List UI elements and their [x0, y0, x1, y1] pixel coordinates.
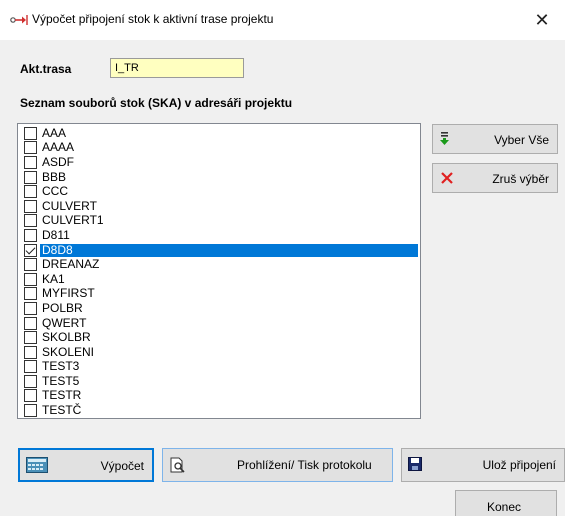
list-item[interactable]: TESTČ — [18, 403, 420, 418]
close-button[interactable]: Konec — [455, 490, 557, 516]
preview-print-button[interactable]: Prohlížení/ Tisk protokolu — [162, 448, 393, 482]
file-checkbox[interactable] — [24, 301, 37, 315]
list-item[interactable]: BBB — [18, 170, 420, 185]
list-item[interactable]: TESTR — [18, 389, 420, 404]
deselect-label: Zruš výběr — [492, 172, 549, 186]
save-connection-label: Ulož připojení — [482, 458, 556, 472]
list-item[interactable]: TEST5 — [18, 374, 420, 389]
file-checkbox[interactable] — [24, 360, 37, 374]
list-heading: Seznam souborů stok (SKA) v adresáři pro… — [20, 96, 293, 110]
close-icon[interactable]: ✕ — [519, 0, 565, 40]
title-bar: Výpočet připojení stok k aktivní trase p… — [0, 0, 565, 40]
list-item[interactable]: ASDF — [18, 155, 420, 170]
close-label: Konec — [487, 500, 522, 514]
compute-label: Výpočet — [100, 459, 144, 473]
file-name: DREANAZ — [42, 257, 100, 272]
file-name: ASDF — [42, 154, 75, 169]
file-checkbox[interactable] — [24, 214, 37, 228]
trasa-label: Akt.trasa — [20, 62, 72, 76]
arrow-down-icon — [440, 132, 449, 145]
file-checkbox[interactable] — [24, 155, 37, 169]
file-name: CCC — [42, 184, 68, 199]
file-name: QWERT — [42, 315, 87, 330]
list-item[interactable]: CULVERT1 — [18, 214, 420, 229]
file-checkbox[interactable] — [24, 331, 37, 345]
file-checkbox[interactable] — [24, 345, 37, 359]
file-name: TESTČ — [42, 403, 82, 418]
list-item[interactable]: QWERT — [18, 316, 420, 331]
file-name: AAAA — [42, 140, 75, 155]
list-item[interactable]: MYFIRST — [18, 287, 420, 302]
list-item[interactable]: D8D8 — [18, 243, 420, 258]
file-name: KA1 — [42, 271, 65, 286]
list-item[interactable]: AAA — [18, 126, 420, 141]
file-name: MYFIRST — [42, 286, 95, 301]
trasa-field[interactable]: I_TR — [110, 58, 244, 78]
file-name: SKOLBR — [42, 330, 91, 345]
list-item[interactable]: SKOLBR — [18, 330, 420, 345]
list-item[interactable]: CULVERT — [18, 199, 420, 214]
file-name: TESTR — [42, 388, 82, 403]
select-all-label: Vyber Vše — [494, 133, 549, 147]
file-checkbox[interactable] — [24, 272, 37, 286]
file-name: TEST5 — [42, 373, 80, 388]
file-name: CULVERT1 — [42, 213, 104, 228]
file-checkbox[interactable] — [24, 170, 37, 184]
compute-button[interactable]: Výpočet — [18, 448, 154, 482]
list-item[interactable]: POLBR — [18, 301, 420, 316]
file-name: POLBR — [42, 300, 83, 315]
floppy-disk-icon — [408, 457, 422, 471]
list-item[interactable]: TEST3 — [18, 360, 420, 375]
arrow-connect-icon — [10, 15, 28, 25]
calculator-icon — [26, 457, 48, 473]
file-checkbox[interactable] — [24, 126, 37, 140]
file-checkbox[interactable] — [24, 141, 37, 155]
preview-print-label: Prohlížení/ Tisk protokolu — [237, 458, 372, 472]
file-checkbox[interactable] — [24, 404, 37, 418]
deselect-button[interactable]: Zruš výběr — [432, 163, 558, 193]
file-name: D8D8 — [40, 243, 418, 257]
file-name: BBB — [42, 169, 67, 184]
list-item[interactable]: CCC — [18, 184, 420, 199]
window-title: Výpočet připojení stok k aktivní trase p… — [32, 12, 274, 26]
file-checkbox[interactable] — [24, 389, 37, 403]
file-name: AAA — [42, 125, 67, 140]
file-checkbox[interactable] — [24, 258, 37, 272]
list-item[interactable]: D811 — [18, 228, 420, 243]
file-name: D811 — [42, 227, 70, 242]
file-name: CULVERT — [42, 198, 97, 213]
file-listbox[interactable]: AAA AAAA ASDF BBB CCC CULVERT CULVERT1 D811 D8D8… — [17, 123, 421, 419]
print-preview-icon — [170, 457, 185, 473]
list-item[interactable]: AAAA — [18, 141, 420, 156]
file-checkbox[interactable] — [24, 287, 37, 301]
list-item[interactable]: KA1 — [18, 272, 420, 287]
file-name: SKOLENI — [42, 344, 95, 359]
file-checkbox[interactable] — [24, 199, 37, 213]
file-checkbox[interactable] — [24, 243, 37, 257]
list-item[interactable]: SKOLENI — [18, 345, 420, 360]
red-x-icon — [441, 172, 453, 184]
file-checkbox[interactable] — [24, 316, 37, 330]
file-name: TEST3 — [42, 359, 80, 374]
file-checkbox[interactable] — [24, 228, 37, 242]
save-connection-button[interactable]: Ulož připojení — [401, 448, 565, 482]
file-checkbox[interactable] — [24, 374, 37, 388]
file-checkbox[interactable] — [24, 185, 37, 199]
list-item[interactable]: DREANAZ — [18, 257, 420, 272]
select-all-button[interactable]: Vyber Vše — [432, 124, 558, 154]
